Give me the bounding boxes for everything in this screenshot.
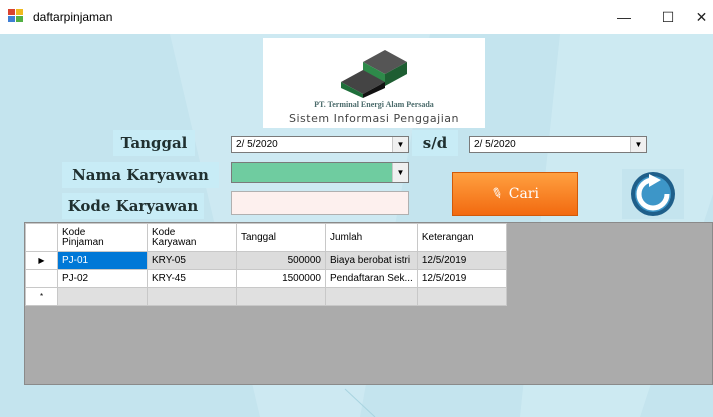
column-header-keterangan[interactable]: Keterangan (416, 223, 507, 252)
date-to-value: 2/ 5/2020 (474, 139, 516, 150)
chevron-down-icon[interactable]: ▼ (392, 163, 408, 182)
app-icon (8, 9, 23, 22)
new-cell[interactable] (57, 287, 148, 306)
cari-button[interactable]: ✎ Cari (452, 172, 578, 216)
chevron-down-icon[interactable]: ▼ (392, 137, 408, 152)
new-row[interactable]: * (25, 287, 507, 306)
cell-jumlah[interactable]: Pendaftaran Sek... (325, 269, 418, 288)
column-header-kode-pinjaman[interactable]: Kode Pinjaman (57, 223, 148, 252)
system-name: Sistem Informasi Penggajian (289, 112, 459, 125)
window-title: daftarpinjaman (33, 10, 113, 24)
sd-label: s/d (412, 130, 458, 156)
nama-karyawan-label: Nama Karyawan (62, 162, 219, 188)
date-from-picker[interactable]: 2/ 5/2020 ▼ (231, 136, 409, 153)
cell-kode-pinjaman[interactable]: PJ-01 (57, 251, 148, 270)
current-row-indicator-icon[interactable]: ▶ (25, 251, 58, 270)
cell-kode-karyawan[interactable]: KRY-45 (147, 269, 237, 288)
column-header-label: Kode Pinjaman (62, 226, 104, 248)
column-header-label: Jumlah (330, 231, 363, 243)
cell-tanggal[interactable]: 1500000 (236, 269, 326, 288)
pinjaman-data-grid[interactable]: Kode Pinjaman Kode Karyawan Tanggal Juml… (24, 222, 713, 385)
cell-jumlah[interactable]: Biaya berobat istri (325, 251, 418, 270)
maximize-button[interactable]: ☐ (648, 0, 688, 34)
pinjaman-table: Kode Pinjaman Kode Karyawan Tanggal Juml… (25, 223, 507, 306)
kode-karyawan-input[interactable] (231, 191, 409, 215)
column-header-label: Keterangan (421, 231, 474, 243)
company-logo-icon (341, 50, 407, 98)
form-client-area: PT. Terminal Energi Alam Persada Sistem … (0, 34, 713, 417)
date-to-picker[interactable]: 2/ 5/2020 ▼ (469, 136, 647, 153)
kode-karyawan-label: Kode Karyawan (62, 193, 204, 219)
cell-kode-pinjaman[interactable]: PJ-02 (57, 269, 148, 288)
column-header-tanggal[interactable]: Tanggal (236, 223, 326, 252)
company-name: PT. Terminal Energi Alam Persada (314, 100, 434, 109)
cari-button-label: Cari (508, 186, 539, 202)
cell-tanggal[interactable]: 500000 (236, 251, 326, 270)
column-header-jumlah[interactable]: Jumlah (325, 223, 418, 252)
column-header-kode-karyawan[interactable]: Kode Karyawan (147, 223, 237, 252)
new-cell[interactable] (236, 287, 326, 306)
chevron-down-icon[interactable]: ▼ (630, 137, 646, 152)
date-from-value: 2/ 5/2020 (236, 139, 278, 150)
cell-keterangan[interactable]: 12/5/2019 (416, 269, 507, 288)
title-bar: daftarpinjaman — ☐ ✕ (0, 0, 713, 34)
pencil-icon: ✎ (488, 184, 506, 204)
cell-kode-karyawan[interactable]: KRY-05 (147, 251, 237, 270)
column-header-label: Tanggal (241, 231, 277, 243)
minimize-button[interactable]: — (604, 0, 644, 34)
column-header-label: Kode Karyawan (152, 226, 197, 248)
table-row[interactable]: ▶ PJ-01 KRY-05 500000 Biaya berobat istr… (25, 251, 507, 270)
new-cell[interactable] (325, 287, 418, 306)
new-cell[interactable] (147, 287, 237, 306)
close-button[interactable]: ✕ (690, 0, 713, 34)
row-header-corner (25, 223, 58, 252)
refresh-icon[interactable] (622, 169, 684, 219)
cell-keterangan[interactable]: 12/5/2019 (416, 251, 507, 270)
new-row-indicator-icon[interactable]: * (25, 287, 58, 306)
new-cell[interactable] (416, 287, 507, 306)
row-header[interactable] (25, 269, 58, 288)
nama-karyawan-select[interactable]: ▼ (231, 162, 409, 183)
company-logo-banner: PT. Terminal Energi Alam Persada Sistem … (263, 38, 485, 128)
table-row[interactable]: PJ-02 KRY-45 1500000 Pendaftaran Sek... … (25, 269, 507, 288)
tanggal-label: Tanggal (113, 130, 195, 156)
